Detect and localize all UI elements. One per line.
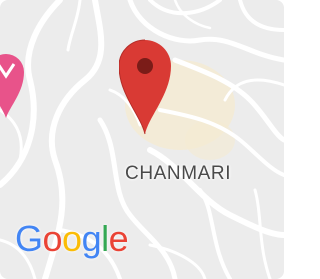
map-view[interactable]: CHANMARI Google (0, 0, 284, 279)
place-marker-icon[interactable] (0, 46, 24, 120)
logo-letter: o (62, 218, 82, 259)
google-logo: Google (15, 218, 129, 260)
location-pin-icon[interactable] (119, 36, 171, 136)
logo-letter: o (42, 218, 63, 259)
place-label: CHANMARI (125, 163, 232, 184)
logo-letter: G (15, 218, 43, 259)
logo-letter: e (108, 218, 129, 259)
logo-letter: g (81, 218, 102, 259)
logo-letter: l (101, 218, 109, 259)
